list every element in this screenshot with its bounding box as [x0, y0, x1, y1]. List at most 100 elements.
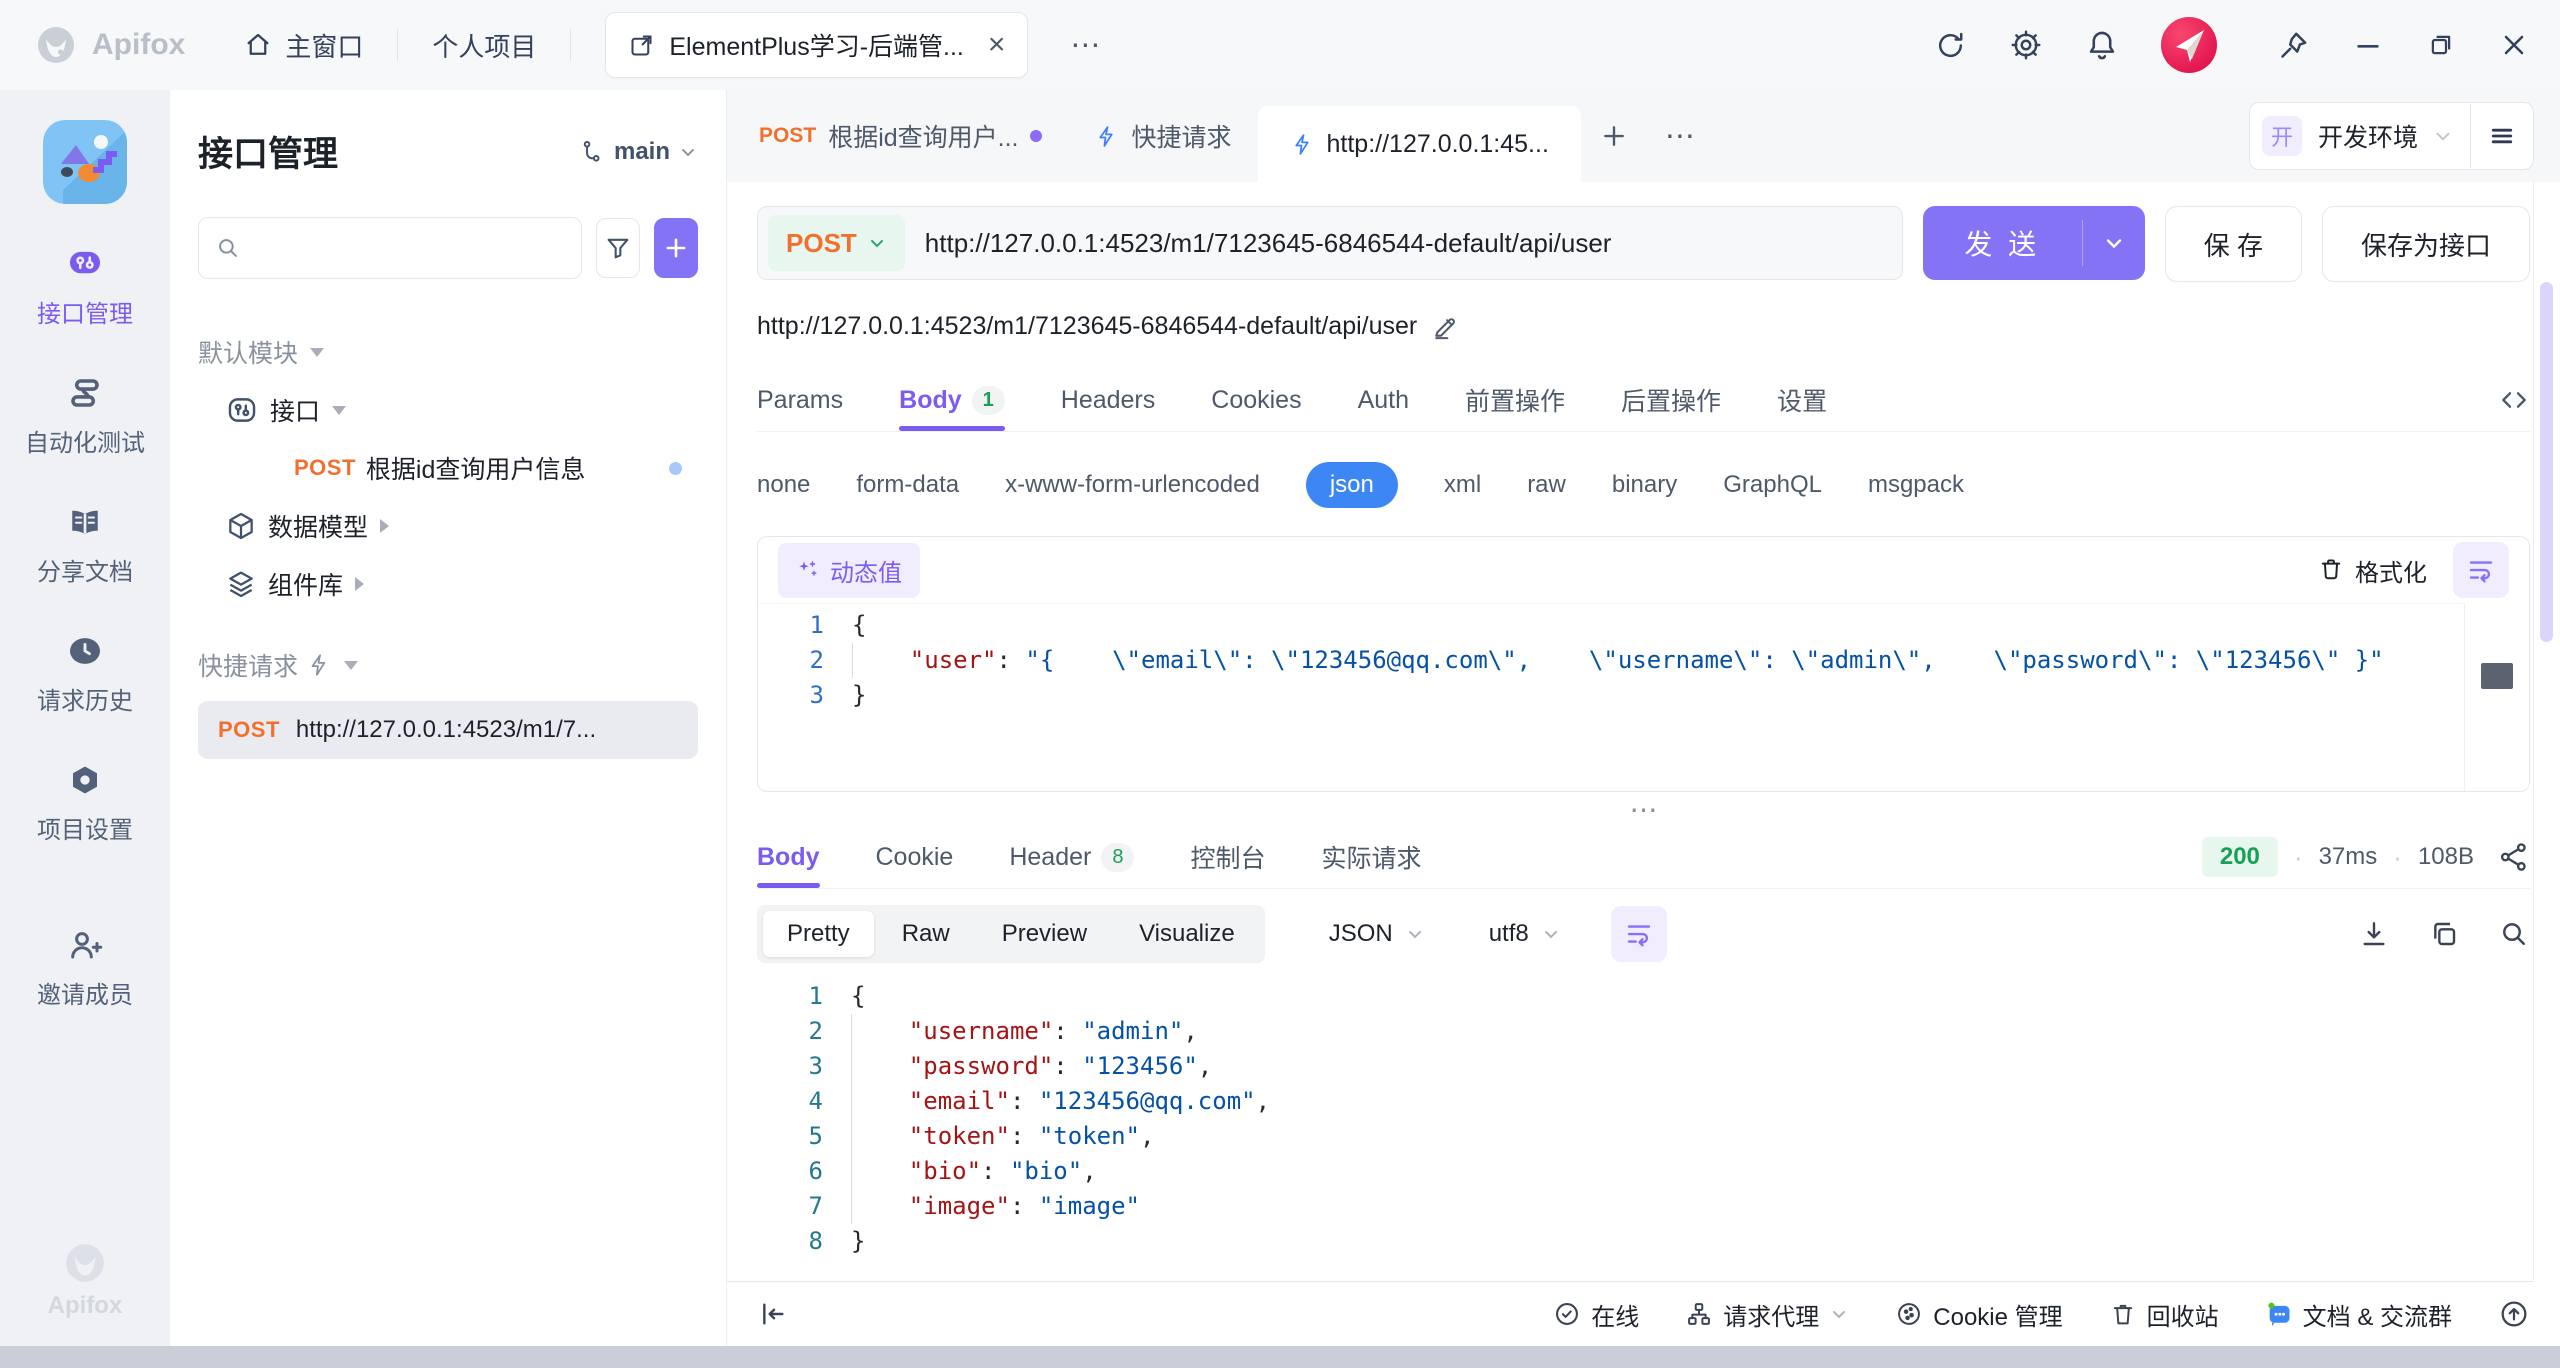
- tree-api-item[interactable]: POST 根据id查询用户信息: [294, 439, 698, 497]
- method-select[interactable]: POST: [768, 215, 905, 271]
- tree-module-default[interactable]: 默认模块: [198, 323, 698, 381]
- rail-item-request-history[interactable]: 请求历史: [37, 633, 133, 716]
- tree-section-quick-requests[interactable]: 快捷请求: [198, 639, 698, 691]
- search-input[interactable]: [251, 233, 565, 263]
- body-type-json-selected[interactable]: json: [1306, 462, 1398, 508]
- url-input[interactable]: POST http://127.0.0.1:4523/m1/7123645-68…: [757, 206, 1903, 280]
- user-avatar[interactable]: [2161, 17, 2217, 73]
- proxy-label: 请求代理: [1723, 1297, 1819, 1332]
- body-type-form-data[interactable]: form-data: [856, 471, 959, 499]
- close-window-icon[interactable]: [2498, 29, 2530, 61]
- tab-close-icon[interactable]: ×: [988, 30, 1006, 60]
- tree-group-api[interactable]: 接口: [224, 381, 698, 439]
- settings-gear-icon[interactable]: [2009, 28, 2043, 62]
- tab-settings[interactable]: 设置: [1777, 369, 1827, 431]
- view-pretty[interactable]: Pretty: [763, 911, 874, 957]
- tab-pre-processors[interactable]: 前置操作: [1465, 369, 1565, 431]
- tab-params[interactable]: Params: [757, 369, 843, 431]
- search-box[interactable]: [198, 217, 582, 279]
- download-icon[interactable]: [2358, 918, 2390, 950]
- response-word-wrap-button[interactable]: [1611, 906, 1667, 962]
- format-button[interactable]: 格式化: [2317, 553, 2427, 588]
- request-proxy-menu[interactable]: 请求代理: [1685, 1297, 1849, 1332]
- encoding-select[interactable]: utf8: [1489, 920, 1561, 948]
- response-tab-body[interactable]: Body: [757, 826, 820, 888]
- filter-button[interactable]: [596, 218, 640, 278]
- environment-manage-button[interactable]: [2471, 122, 2533, 150]
- body-type-xml[interactable]: xml: [1444, 471, 1481, 499]
- rail-item-automated-testing[interactable]: 自动化测试: [25, 375, 145, 458]
- main-scrollbar-thumb[interactable]: [2540, 282, 2553, 642]
- view-visualize[interactable]: Visualize: [1115, 911, 1259, 957]
- project-avatar[interactable]: [43, 120, 127, 204]
- editor-scrollbar[interactable]: [2464, 603, 2529, 791]
- save-as-api-button[interactable]: 保存为接口: [2322, 206, 2530, 282]
- online-status[interactable]: 在线: [1553, 1297, 1639, 1332]
- save-button[interactable]: 保 存: [2165, 206, 2302, 282]
- dynamic-value-button[interactable]: 动态值: [778, 543, 920, 598]
- tab-body[interactable]: Body 1: [899, 369, 1005, 431]
- minimize-icon[interactable]: [2352, 29, 2384, 61]
- add-button[interactable]: [654, 218, 698, 278]
- copy-icon[interactable]: [2428, 918, 2460, 950]
- response-tab-header[interactable]: Header 8: [1009, 826, 1134, 888]
- request-tab-active[interactable]: http://127.0.0.1:45...: [1258, 106, 1581, 182]
- tab-auth[interactable]: Auth: [1358, 369, 1409, 431]
- response-tab-console[interactable]: 控制台: [1190, 826, 1265, 888]
- sync-icon[interactable]: [1934, 29, 1967, 62]
- project-tab[interactable]: ElementPlus学习-后端管... ×: [605, 12, 1028, 78]
- notifications-bell-icon[interactable]: [2085, 28, 2119, 62]
- code-view-button[interactable]: [2498, 369, 2530, 431]
- send-button[interactable]: 发 送: [1923, 206, 2145, 280]
- content-type-select[interactable]: JSON: [1329, 920, 1425, 948]
- request-tab-quick[interactable]: 快捷请求: [1068, 90, 1257, 182]
- environment-selector[interactable]: 开 开发环境: [2249, 102, 2534, 170]
- upgrade-circle-up-icon[interactable]: [2498, 1298, 2530, 1330]
- edit-pencil-icon[interactable]: [1431, 313, 1459, 341]
- nav-personal-project[interactable]: 个人项目: [432, 27, 536, 64]
- view-raw[interactable]: Raw: [878, 911, 974, 957]
- body-type-urlencoded[interactable]: x-www-form-urlencoded: [1005, 471, 1260, 499]
- recycle-bin[interactable]: 回收站: [2109, 1297, 2219, 1332]
- pin-icon[interactable]: [2277, 29, 2310, 62]
- response-body-code[interactable]: 1{2 "username": "admin",3 "password": "1…: [757, 975, 2530, 1281]
- tree-group-components[interactable]: 组件库: [224, 555, 698, 613]
- rail-item-invite-members[interactable]: 邀请成员: [37, 927, 133, 1010]
- word-wrap-button[interactable]: [2453, 542, 2509, 598]
- request-tab-saved-api[interactable]: POST 根据id查询用户...: [733, 90, 1068, 182]
- restore-window-icon[interactable]: [2426, 30, 2456, 60]
- view-preview[interactable]: Preview: [978, 911, 1111, 957]
- body-type-graphql[interactable]: GraphQL: [1723, 471, 1822, 499]
- tab-list-more-button[interactable]: ⋯: [1647, 90, 1713, 182]
- search-icon[interactable]: [2498, 918, 2530, 950]
- titlebar-more-button[interactable]: ⋯: [1070, 28, 1102, 63]
- tab-cookies[interactable]: Cookies: [1211, 369, 1301, 431]
- rail-item-api-management[interactable]: 接口管理: [37, 244, 133, 329]
- send-options-button[interactable]: [2083, 206, 2145, 280]
- cookie-manager[interactable]: Cookie 管理: [1895, 1297, 2062, 1332]
- share-icon[interactable]: [2498, 841, 2530, 873]
- response-tab-actual-request[interactable]: 实际请求: [1321, 826, 1421, 888]
- branch-selector[interactable]: main: [580, 138, 698, 166]
- request-url-text[interactable]: http://127.0.0.1:4523/m1/7123645-6846544…: [925, 228, 1612, 259]
- request-body-code[interactable]: 1{2 "user": "{ \"email\": \"123456@qq.co…: [758, 604, 2529, 713]
- response-tab-cookie[interactable]: Cookie: [876, 826, 954, 888]
- quick-request-item-selected[interactable]: POST http://127.0.0.1:4523/m1/7...: [198, 701, 698, 759]
- rail-item-share-docs[interactable]: 分享文档: [37, 504, 133, 587]
- body-type-raw[interactable]: raw: [1527, 471, 1566, 499]
- body-type-binary[interactable]: binary: [1612, 471, 1677, 499]
- split-resize-handle[interactable]: ⋯: [757, 792, 2530, 826]
- editor-scrollbar-thumb[interactable]: [2481, 663, 2513, 689]
- rail-item-project-settings[interactable]: 项目设置: [37, 762, 133, 845]
- body-type-none[interactable]: none: [757, 471, 810, 499]
- collapse-sidebar-icon[interactable]: [757, 1298, 789, 1330]
- docs-community[interactable]: 文档 & 交流群: [2265, 1297, 2452, 1332]
- branch-name: main: [614, 138, 670, 166]
- body-type-msgpack[interactable]: msgpack: [1868, 471, 1964, 499]
- tab-headers[interactable]: Headers: [1061, 369, 1156, 431]
- main-scrollbar[interactable]: [2533, 182, 2560, 1282]
- new-tab-button[interactable]: [1581, 90, 1647, 182]
- tree-group-data-models[interactable]: 数据模型: [224, 497, 698, 555]
- nav-main-window[interactable]: 主窗口: [243, 27, 363, 64]
- tab-post-processors[interactable]: 后置操作: [1621, 369, 1721, 431]
